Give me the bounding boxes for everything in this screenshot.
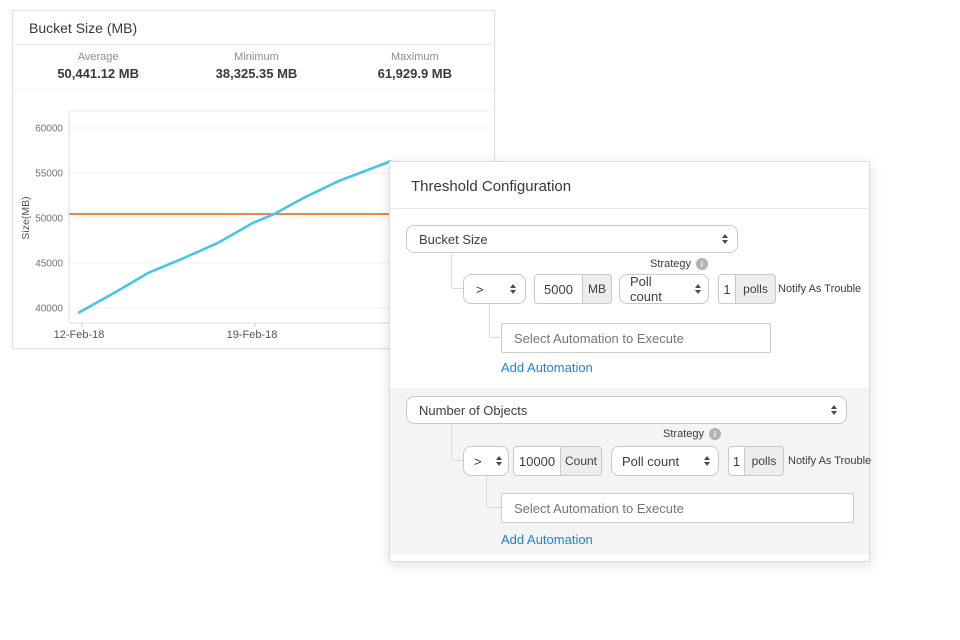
chart-title: Bucket Size (MB): [13, 11, 494, 45]
info-icon[interactable]: i: [709, 428, 721, 440]
threshold-unit-addon-1: MB: [583, 274, 612, 304]
stat-average-value: 50,441.12 MB: [19, 66, 177, 81]
y-tick-label: 45000: [35, 259, 63, 270]
connector-line: [486, 476, 501, 508]
select-arrows-icon: [831, 405, 837, 415]
add-automation-link-2[interactable]: Add Automation: [501, 532, 593, 547]
threshold-value-group-1: MB: [534, 274, 612, 304]
y-tick-label: 55000: [35, 169, 63, 180]
info-icon[interactable]: i: [696, 258, 708, 270]
operator-select-value: >: [474, 454, 482, 469]
stat-maximum-value: 61,929.9 MB: [336, 66, 494, 81]
strategy-label: Strategy: [663, 428, 704, 440]
y-axis-title: Size(MB): [20, 196, 32, 239]
stat-minimum-value: 38,325.35 MB: [177, 66, 335, 81]
connector-line: [451, 252, 463, 289]
poll-count-group-1: polls: [718, 274, 776, 304]
connector-line: [451, 424, 463, 461]
threshold-value-input-2[interactable]: [513, 446, 561, 476]
metric-select-value: Bucket Size: [419, 232, 488, 247]
select-arrows-icon: [722, 234, 728, 244]
stat-maximum: Maximum 61,929.9 MB: [336, 51, 494, 81]
y-tick-label: 60000: [35, 124, 63, 135]
operator-select-2[interactable]: >: [463, 446, 509, 476]
automation-select-input-2[interactable]: [501, 493, 854, 523]
metric-select-bucket-size[interactable]: Bucket Size: [406, 225, 738, 253]
operator-select-1[interactable]: >: [463, 274, 526, 304]
operator-select-value: >: [476, 282, 484, 297]
y-tick-label: 50000: [35, 214, 63, 225]
polls-addon-1: polls: [736, 274, 776, 304]
connector-line: [489, 304, 501, 338]
stat-maximum-label: Maximum: [336, 51, 494, 63]
threshold-value-input-1[interactable]: [534, 274, 583, 304]
strategy-select-2[interactable]: Poll count: [611, 446, 719, 476]
series-line: [79, 161, 390, 312]
polls-addon-2: polls: [745, 446, 784, 476]
poll-count-group-2: polls: [728, 446, 784, 476]
notify-as-trouble-label-1: Notify As Trouble: [778, 283, 861, 295]
x-tick-label: 12-Feb-18: [54, 329, 105, 341]
stat-average-label: Average: [19, 51, 177, 63]
strategy-row-1: Strategy i: [390, 257, 708, 271]
select-arrows-icon: [510, 284, 516, 294]
y-tick-label: 40000: [35, 304, 63, 315]
poll-count-input-2[interactable]: [728, 446, 745, 476]
automation-select-input-1[interactable]: [501, 323, 771, 353]
select-arrows-icon: [695, 284, 701, 294]
stat-average: Average 50,441.12 MB: [19, 51, 177, 81]
stat-minimum: Minimum 38,325.35 MB: [177, 51, 335, 81]
select-arrows-icon: [496, 456, 502, 466]
select-arrows-icon: [704, 456, 710, 466]
strategy-label: Strategy: [650, 258, 691, 270]
strategy-select-value: Poll count: [630, 274, 686, 304]
threshold-configuration-panel: Threshold Configuration Bucket Size Stra…: [389, 161, 870, 562]
notify-as-trouble-label-2: Notify As Trouble: [788, 455, 871, 467]
threshold-panel-title: Threshold Configuration: [390, 162, 869, 209]
x-tick-label: 19-Feb-18: [227, 329, 278, 341]
strategy-select-value: Poll count: [622, 454, 679, 469]
chart-stats-row: Average 50,441.12 MB Minimum 38,325.35 M…: [13, 45, 494, 90]
add-automation-link-1[interactable]: Add Automation: [501, 360, 593, 375]
metric-select-number-of-objects[interactable]: Number of Objects: [406, 396, 847, 424]
strategy-row-2: Strategy i: [390, 427, 721, 441]
threshold-value-group-2: Count: [513, 446, 602, 476]
metric-select-value: Number of Objects: [419, 403, 527, 418]
strategy-select-1[interactable]: Poll count: [619, 274, 709, 304]
stat-minimum-label: Minimum: [177, 51, 335, 63]
threshold-unit-addon-2: Count: [561, 446, 602, 476]
poll-count-input-1[interactable]: [718, 274, 736, 304]
